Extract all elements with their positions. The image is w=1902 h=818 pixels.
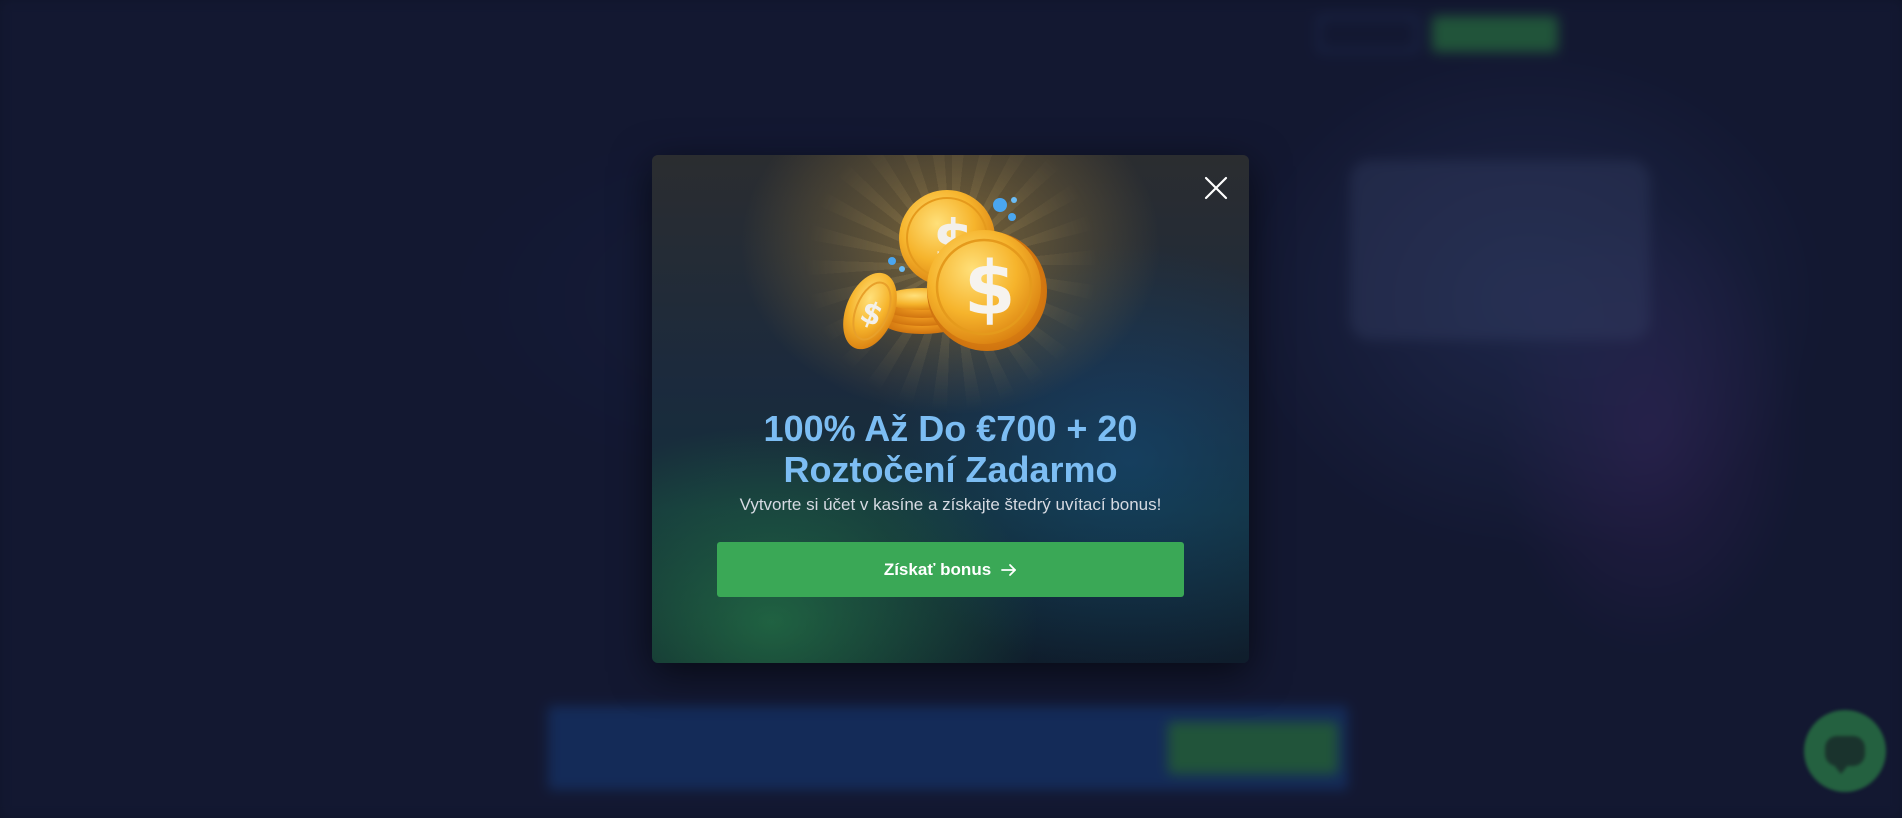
welcome-bonus-modal: $ $ $ 100% Až Do €700 + 20 Roztočení Zad… bbox=[652, 155, 1249, 663]
chat-bubble-icon bbox=[1825, 736, 1865, 774]
arrow-right-icon bbox=[1001, 563, 1017, 576]
get-bonus-button[interactable]: Získať bonus bbox=[717, 542, 1184, 597]
gold-coins-icon: $ $ $ bbox=[843, 190, 1047, 351]
close-icon bbox=[1204, 176, 1228, 200]
svg-text:$: $ bbox=[964, 246, 1016, 332]
chat-button[interactable] bbox=[1804, 710, 1886, 792]
modal-title: 100% Až Do €700 + 20 Roztočení Zadarmo bbox=[652, 408, 1249, 490]
close-button[interactable] bbox=[1201, 173, 1231, 203]
get-bonus-label: Získať bonus bbox=[883, 559, 992, 579]
modal-subtitle: Vytvorte si účet v kasíne a získajte šte… bbox=[739, 495, 1162, 514]
modal-title-line-1: 100% Až Do €700 + 20 bbox=[763, 408, 1138, 449]
modal-title-line-2: Roztočení Zadarmo bbox=[783, 449, 1118, 490]
